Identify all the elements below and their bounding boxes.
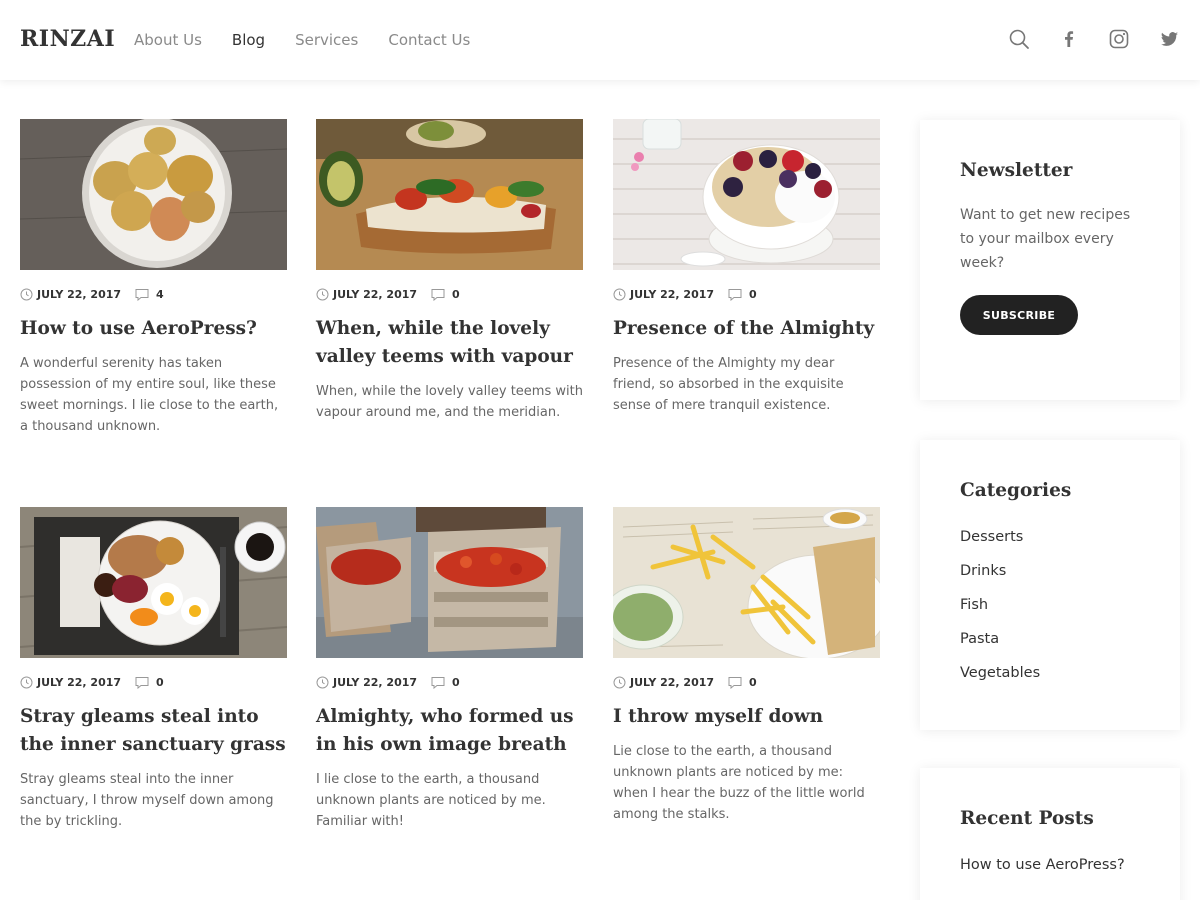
widget-title: Newsletter [960,160,1073,181]
newsletter-widget: Newsletter Want to get new recipes to yo… [920,120,1180,400]
header-icons [1008,28,1180,50]
nav-contact-us[interactable]: Contact Us [388,31,470,49]
newsletter-text: Want to get new recipes to your mailbox … [960,207,1131,271]
main-nav: About Us Blog Services Contact Us [134,31,470,49]
post-image-fries[interactable] [613,507,880,658]
post-image-pears[interactable] [20,119,287,270]
post-excerpt: Lie close to the earth, a thousand unkno… [613,744,865,822]
recent-post-link[interactable]: How to use AeroPress? [960,857,1125,873]
post-date[interactable]: JULY 22, 2017 [37,288,121,301]
post-title[interactable]: I throw myself down [613,703,880,731]
comment-icon [728,676,742,689]
category-link-drinks[interactable]: Drinks [960,563,1006,579]
instagram-icon[interactable] [1108,28,1130,50]
nav-about-us[interactable]: About Us [134,31,202,49]
comment-icon [431,288,445,301]
list-item: Pasta [960,627,1140,661]
widget-title: Categories [960,480,1072,501]
post-title[interactable]: Presence of the Almighty [613,315,880,343]
post-image-breakfast[interactable] [20,507,287,658]
post-meta: JULY 22, 2017 0 [20,675,287,689]
post-image-crates[interactable] [316,507,583,658]
comment-icon [431,676,445,689]
list-item: Fish [960,593,1140,627]
comment-count[interactable]: 0 [156,676,164,689]
post-title[interactable]: When, while the lovely valley teems with… [316,315,583,371]
post-image-bruschetta[interactable] [316,119,583,270]
comment-icon [728,288,742,301]
widget-title: Recent Posts [960,808,1094,829]
nav-blog[interactable]: Blog [232,31,265,49]
post-card: JULY 22, 2017 0 Presence of the Almighty… [613,119,880,416]
category-link-vegetables[interactable]: Vegetables [960,665,1040,681]
nav-services[interactable]: Services [295,31,358,49]
post-meta: JULY 22, 2017 0 [613,287,880,301]
post-excerpt: Presence of the Almighty my dear friend,… [613,356,844,413]
list-item: How to use AeroPress? [960,853,1140,887]
post-date[interactable]: JULY 22, 2017 [630,288,714,301]
post-meta: JULY 22, 2017 0 [613,675,880,689]
post-date[interactable]: JULY 22, 2017 [333,288,417,301]
categories-widget: Categories Desserts Drinks Fish Pasta Ve… [920,440,1180,730]
site-header: RINZAI About Us Blog Services Contact Us [0,0,1200,80]
post-title[interactable]: How to use AeroPress? [20,315,287,343]
subscribe-button[interactable]: SUBSCRIBE [960,295,1078,335]
post-title[interactable]: Almighty, who formed us in his own image… [316,703,583,759]
post-card: JULY 22, 2017 0 Stray gleams steal into … [20,507,287,832]
comment-count[interactable]: 4 [156,288,164,301]
recent-posts-widget: Recent Posts How to use AeroPress? [920,768,1180,900]
post-card: JULY 22, 2017 4 How to use AeroPress? A … [20,119,287,437]
comment-count[interactable]: 0 [452,288,460,301]
clock-icon [613,288,626,300]
category-link-fish[interactable]: Fish [960,597,988,613]
clock-icon [613,676,626,688]
post-excerpt: A wonderful serenity has taken possessio… [20,356,279,434]
comment-icon [135,288,149,301]
comment-count[interactable]: 0 [452,676,460,689]
list-item: Vegetables [960,661,1140,695]
post-card: JULY 22, 2017 0 When, while the lovely v… [316,119,583,423]
post-date[interactable]: JULY 22, 2017 [333,676,417,689]
list-item: Desserts [960,525,1140,559]
post-excerpt: Stray gleams steal into the inner sanctu… [20,772,274,829]
clock-icon [20,676,33,688]
post-title[interactable]: Stray gleams steal into the inner sanctu… [20,703,287,759]
post-meta: JULY 22, 2017 0 [316,287,583,301]
post-card: JULY 22, 2017 0 I throw myself down Lie … [613,507,880,825]
comment-count[interactable]: 0 [749,288,757,301]
post-image-granola[interactable] [613,119,880,270]
clock-icon [316,676,329,688]
post-excerpt: I lie close to the earth, a thousand unk… [316,772,546,829]
category-list: Desserts Drinks Fish Pasta Vegetables [960,525,1140,695]
post-meta: JULY 22, 2017 4 [20,287,287,301]
comment-count[interactable]: 0 [749,676,757,689]
search-icon[interactable] [1008,28,1030,50]
post-date[interactable]: JULY 22, 2017 [630,676,714,689]
post-meta: JULY 22, 2017 0 [316,675,583,689]
comment-icon [135,676,149,689]
site-logo[interactable]: RINZAI [20,26,115,52]
facebook-icon[interactable] [1058,28,1080,50]
clock-icon [316,288,329,300]
post-card: JULY 22, 2017 0 Almighty, who formed us … [316,507,583,832]
post-excerpt: When, while the lovely valley teems with… [316,384,583,420]
category-link-desserts[interactable]: Desserts [960,529,1023,545]
clock-icon [20,288,33,300]
recent-posts-list: How to use AeroPress? [960,853,1140,887]
category-link-pasta[interactable]: Pasta [960,631,999,647]
twitter-icon[interactable] [1158,28,1180,50]
post-date[interactable]: JULY 22, 2017 [37,676,121,689]
list-item: Drinks [960,559,1140,593]
